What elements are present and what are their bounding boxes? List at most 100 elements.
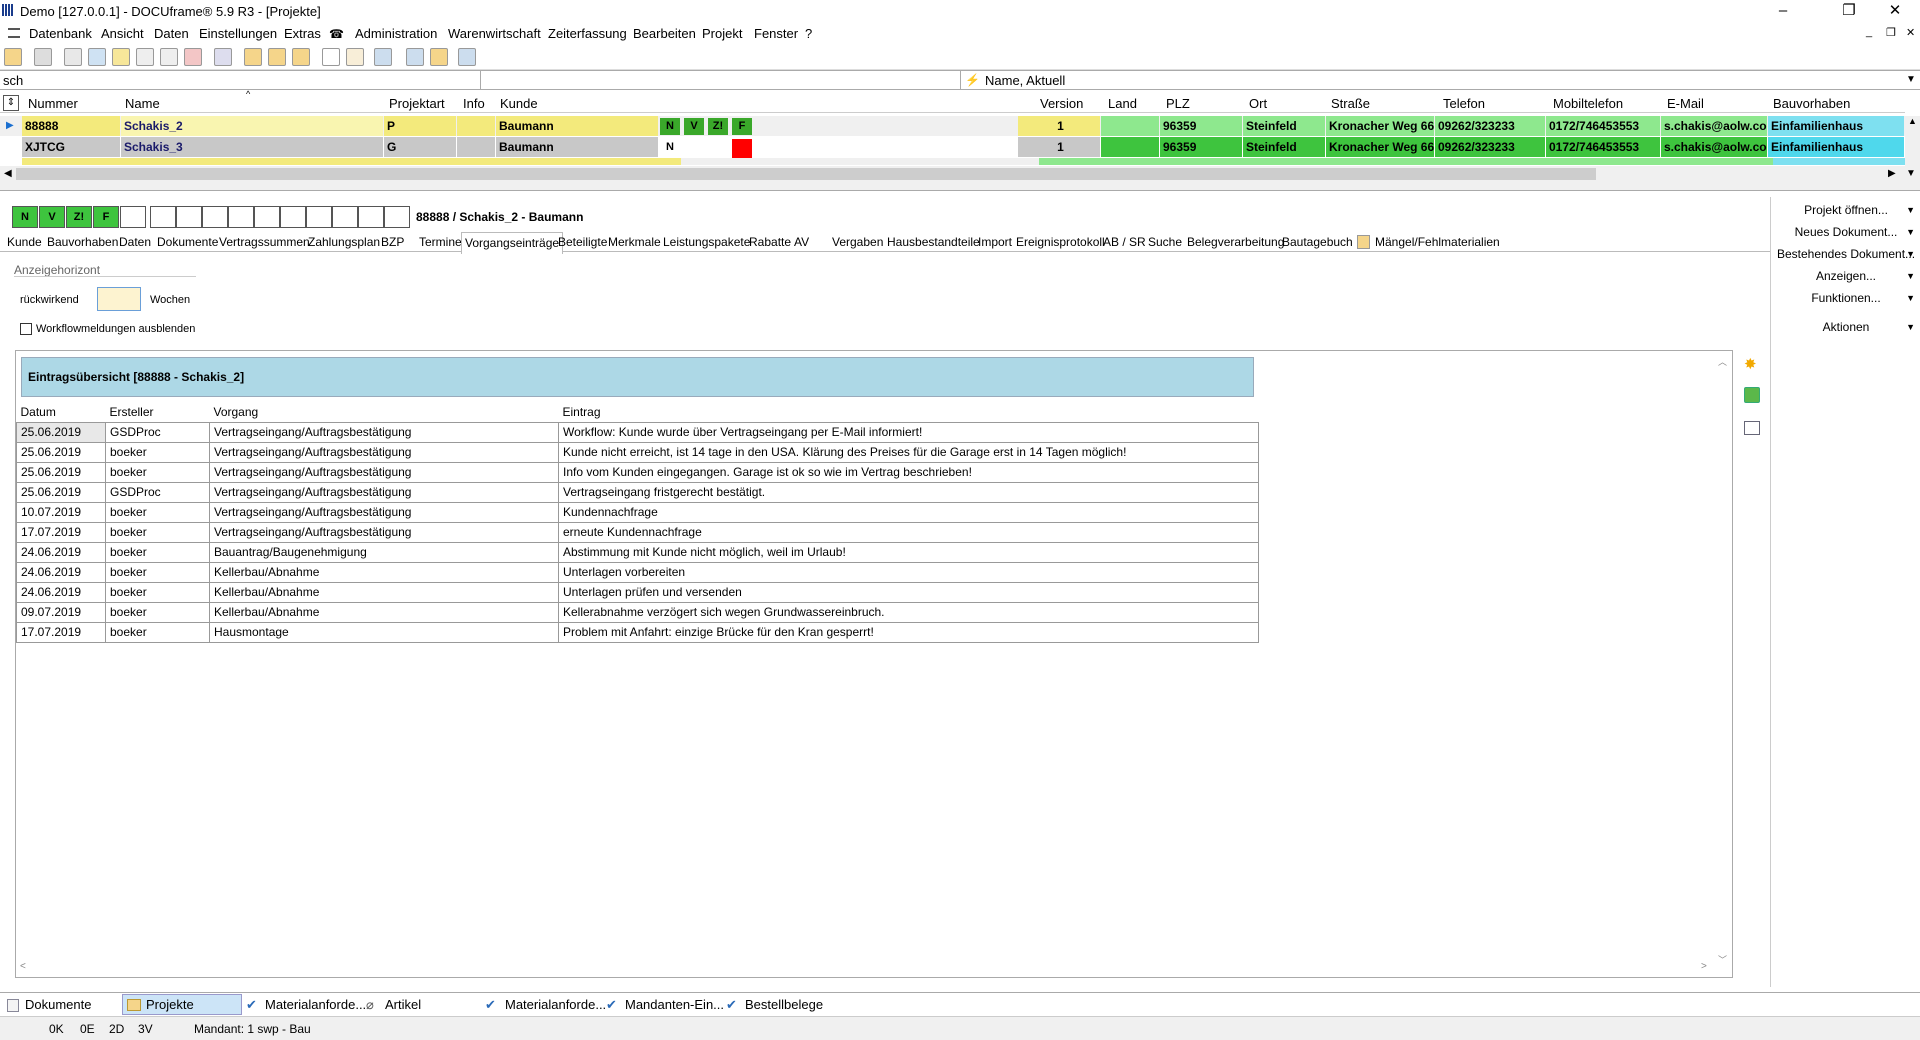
cell-plz[interactable]: 96359 [1160, 137, 1242, 157]
find-next-icon[interactable] [346, 48, 364, 66]
table-row[interactable]: 25.06.2019 GSDProc Vertragseingang/Auftrag… [16, 421, 1259, 443]
cell-eintrag[interactable]: Unterlagen prüfen und versenden [558, 581, 1259, 603]
bottom-tab-dokumente[interactable]: Dokumente [25, 997, 91, 1012]
menu-zeiterfassung[interactable]: Zeiterfassung [548, 26, 627, 41]
sort-select[interactable]: Name, Aktuell [985, 73, 1065, 88]
cell-land[interactable] [1101, 116, 1159, 136]
menu-daten[interactable]: Daten [154, 26, 189, 41]
cell-ersteller[interactable]: boeker [105, 461, 210, 483]
cell-eintrag[interactable]: Kundennachfrage [558, 501, 1259, 523]
bottom-tab-artikel[interactable]: Artikel [385, 997, 421, 1012]
scroll-right-icon[interactable]: > [1701, 961, 1707, 972]
table-row[interactable]: 24.06.2019 boeker Bauantrag/Baugenehmigung… [16, 541, 1259, 563]
cell-plz[interactable]: 96359 [1160, 116, 1242, 136]
search-icon[interactable] [322, 48, 340, 66]
menu-einstellungen[interactable]: Einstellungen [199, 26, 277, 41]
search-input[interactable]: sch [3, 73, 23, 88]
menu-help[interactable]: ? [805, 26, 812, 41]
cell-ersteller[interactable]: boeker [105, 501, 210, 523]
tab-ereignisprotokoll[interactable]: Ereignisprotokoll [1016, 235, 1105, 249]
cell-datum[interactable]: 24.06.2019 [16, 581, 106, 603]
cell-kunde[interactable]: Baumann [496, 137, 658, 157]
cell-strasse[interactable]: Kronacher Weg 66 [1326, 137, 1434, 157]
tab-av[interactable]: AV [794, 235, 809, 249]
splitter[interactable] [0, 183, 1920, 191]
vertical-scrollbar[interactable]: ▲ [1905, 116, 1920, 166]
tab-vorgangseintraege[interactable]: Vorgangseinträge [461, 232, 564, 254]
scroll-down-icon[interactable]: ﹀ [1718, 953, 1727, 966]
col-bauvorhaben[interactable]: Bauvorhaben [1773, 96, 1850, 111]
col-ort[interactable]: Ort [1249, 96, 1267, 111]
col-name[interactable]: Name [125, 96, 160, 111]
mdi-restore-icon[interactable]: ❐ [1886, 26, 1896, 39]
tab-import[interactable]: Import [978, 235, 1012, 249]
tab-dokumente[interactable]: Dokumente [157, 235, 218, 249]
bestehendes-dokument-button[interactable]: Bestehendes Dokument... ▼ [1771, 244, 1920, 264]
bottom-tab-bestellbelege[interactable]: Bestellbelege [745, 997, 823, 1012]
mdi-minimize-icon[interactable]: _ [1866, 26, 1872, 38]
cell-vorgang[interactable]: Kellerbau/Abnahme [209, 561, 559, 583]
tab-leistungspakete[interactable]: Leistungspakete [663, 235, 750, 249]
cell-vorgang[interactable]: Kellerbau/Abnahme [209, 601, 559, 623]
menu-administration[interactable]: Administration [355, 26, 437, 41]
mail-icon[interactable] [268, 48, 286, 66]
bottom-tab-materialanforderung-2[interactable]: Materialanforde... [505, 997, 606, 1012]
cell-projektart[interactable]: P [384, 116, 456, 136]
entries-hscrollbar[interactable]: < > [18, 961, 1716, 975]
tab-zahlungsplan[interactable]: Zahlungsplan [308, 235, 380, 249]
view-icon[interactable] [374, 48, 392, 66]
cell-datum[interactable]: 09.07.2019 [16, 601, 106, 623]
tab-vergaben[interactable]: Vergaben [832, 235, 883, 249]
phone-icon[interactable]: ☎ [329, 27, 344, 41]
cell-vorgang[interactable]: Vertragseingang/Auftragsbestätigung [209, 501, 559, 523]
cell-projektart[interactable]: G [384, 137, 456, 157]
cell-vorgang[interactable]: Vertragseingang/Auftragsbestätigung [209, 461, 559, 483]
cell-vorgang[interactable]: Vertragseingang/Auftragsbestätigung [209, 521, 559, 543]
cell-strasse[interactable]: Kronacher Weg 66 [1326, 116, 1434, 136]
attach-icon[interactable] [136, 48, 154, 66]
col-info[interactable]: Info [463, 96, 485, 111]
cell-vorgang[interactable]: Kellerbau/Abnahme [209, 581, 559, 603]
cell-eintrag[interactable]: Kunde nicht erreicht, ist 14 tage in den… [558, 441, 1259, 463]
cell-eintrag[interactable]: Problem mit Anfahrt: einzige Brücke für … [558, 621, 1259, 643]
add-entry-icon[interactable] [1744, 387, 1760, 403]
cell-telefon[interactable]: 09262/323233 [1435, 116, 1545, 136]
scroll-right-icon[interactable]: ▶ [1888, 168, 1896, 179]
calendar-icon[interactable] [184, 48, 202, 66]
col-mobiltelefon[interactable]: Mobiltelefon [1553, 96, 1623, 111]
weeks-input[interactable] [97, 287, 141, 311]
scroll-left-icon[interactable]: < [20, 961, 26, 972]
workflow-checkbox[interactable] [20, 323, 32, 335]
entries-vscrollbar[interactable]: ︿ ﹀ [1716, 353, 1730, 973]
col-eintrag[interactable]: Eintrag [558, 402, 1259, 423]
col-land[interactable]: Land [1108, 96, 1137, 111]
col-projektart[interactable]: Projektart [389, 96, 445, 111]
cell-datum[interactable]: 25.06.2019 [16, 421, 106, 443]
tab-bzp[interactable]: BZP [381, 235, 404, 249]
document-icon[interactable] [88, 48, 106, 66]
projekt-oeffnen-button[interactable]: Projekt öffnen... ▼ [1771, 200, 1920, 220]
tab-ab-sr[interactable]: AB / SR [1103, 235, 1146, 249]
col-datum[interactable]: Datum [16, 402, 106, 423]
cell-ersteller[interactable]: boeker [105, 521, 210, 543]
cell-bauvorhaben[interactable]: Einfamilienhaus [1768, 116, 1904, 136]
tab-maengel[interactable]: Mängel/Fehlmaterialien [1375, 235, 1500, 249]
cell-vorgang[interactable]: Bauantrag/Baugenehmigung [209, 541, 559, 563]
col-telefon[interactable]: Telefon [1443, 96, 1485, 111]
table-row[interactable]: 10.07.2019 boeker Vertragseingang/Auftrags… [16, 501, 1259, 523]
cell-name[interactable]: Schakis_3 [121, 137, 383, 157]
cell-ersteller[interactable]: boeker [105, 441, 210, 463]
chevron-down-icon[interactable]: ▼ [1906, 74, 1916, 85]
print-icon[interactable] [34, 48, 52, 66]
tab-vertragssummen[interactable]: Vertragssummen [219, 235, 310, 249]
cell-ersteller[interactable]: boeker [105, 601, 210, 623]
cell-eintrag[interactable]: Vertragseingang fristgerecht bestätigt. [558, 481, 1259, 503]
cell-eintrag[interactable]: Workflow: Kunde wurde über Vertragseinga… [558, 421, 1259, 443]
tab-termine[interactable]: Termine [419, 235, 462, 249]
table-row[interactable]: 25.06.2019 boeker Vertragseingang/Auftrags… [16, 461, 1259, 483]
move-icon[interactable] [292, 48, 310, 66]
cell-land[interactable] [1101, 137, 1159, 157]
cell-name[interactable]: Schakis_2 [121, 116, 383, 136]
cell-ersteller[interactable]: boeker [105, 581, 210, 603]
open-icon[interactable] [4, 48, 22, 66]
